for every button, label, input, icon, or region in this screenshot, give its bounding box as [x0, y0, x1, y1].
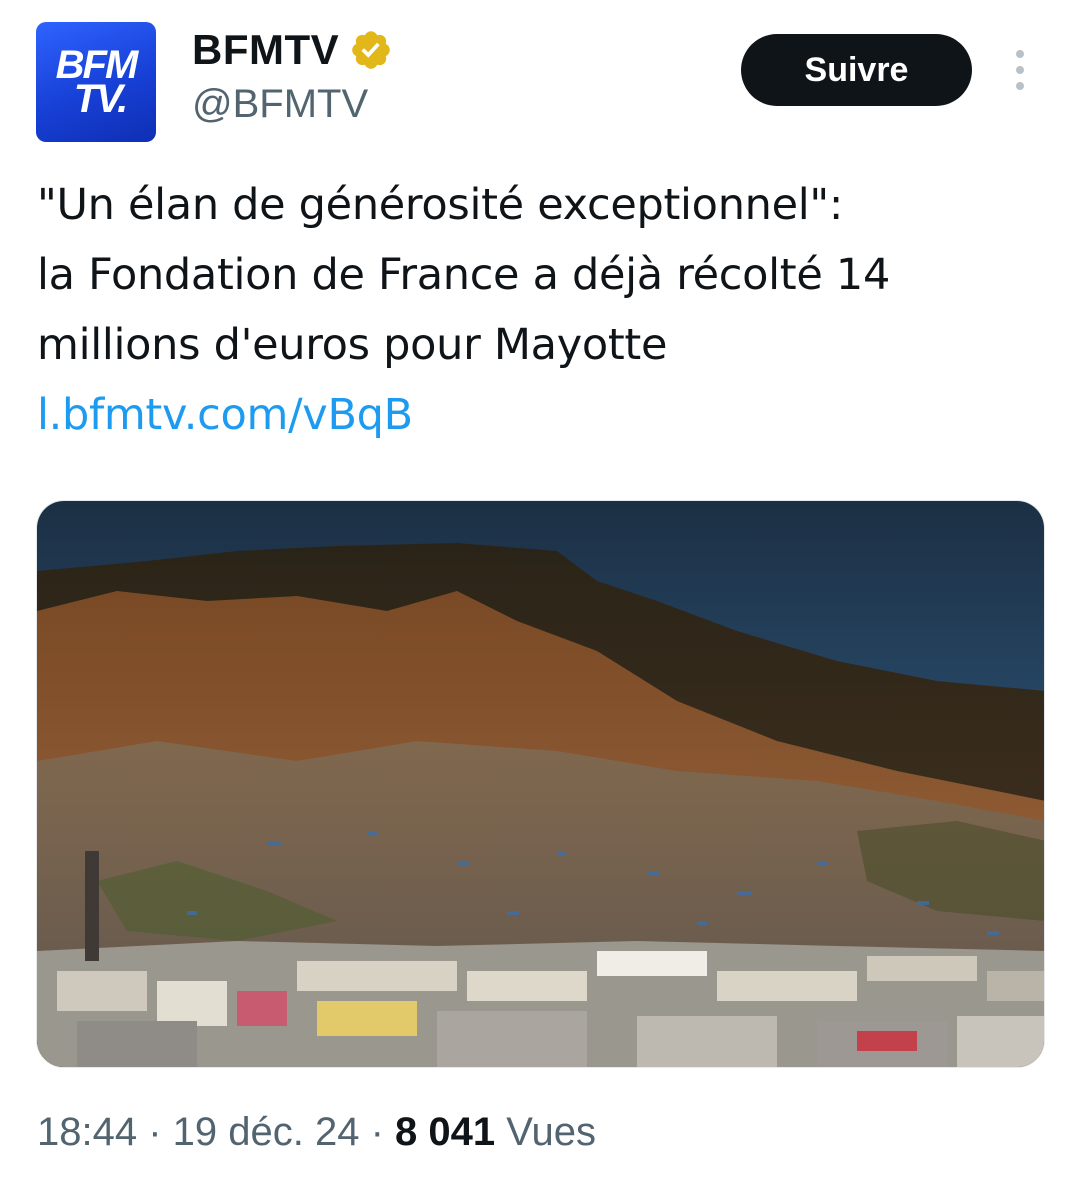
- more-dot: [1016, 66, 1024, 74]
- meta-separator: ·: [137, 1110, 173, 1154]
- photo-landscape: [37, 501, 1044, 1067]
- display-name[interactable]: BFMTV: [192, 26, 339, 74]
- tweet-time[interactable]: 18:44: [37, 1110, 137, 1154]
- tweet: BFM TV. BFMTV @BFMTV Suivre "Un élan de …: [0, 0, 1080, 1182]
- more-options-icon[interactable]: [1008, 50, 1032, 90]
- verified-badge-icon: [352, 31, 390, 69]
- tweet-text-line: "Un élan de générosité exceptionnel":: [37, 180, 844, 230]
- more-dot: [1016, 82, 1024, 90]
- follow-button[interactable]: Suivre: [741, 34, 972, 106]
- tweet-date[interactable]: 19 déc. 24: [173, 1110, 360, 1154]
- tweet-link[interactable]: l.bfmtv.com/vBqB: [37, 380, 1047, 450]
- tweet-meta: 18:44 · 19 déc. 24 · 8 041 Vues: [37, 1110, 596, 1155]
- author-name-row[interactable]: BFMTV: [192, 26, 393, 74]
- tweet-text: "Un élan de générosité exceptionnel": la…: [37, 170, 1047, 450]
- tweet-text-line: la Fondation de France a déjà récolté 14: [37, 250, 890, 300]
- author-handle[interactable]: @BFMTV: [192, 82, 368, 127]
- tweet-photo[interactable]: [36, 500, 1045, 1068]
- tweet-text-line: millions d'euros pour Mayotte: [37, 320, 668, 370]
- meta-separator: ·: [359, 1110, 396, 1154]
- avatar[interactable]: BFM TV.: [36, 22, 156, 142]
- views-count: 8 041: [395, 1110, 496, 1154]
- views-label: Vues: [495, 1110, 596, 1154]
- avatar-logo-line2: TV.: [73, 77, 129, 121]
- more-dot: [1016, 50, 1024, 58]
